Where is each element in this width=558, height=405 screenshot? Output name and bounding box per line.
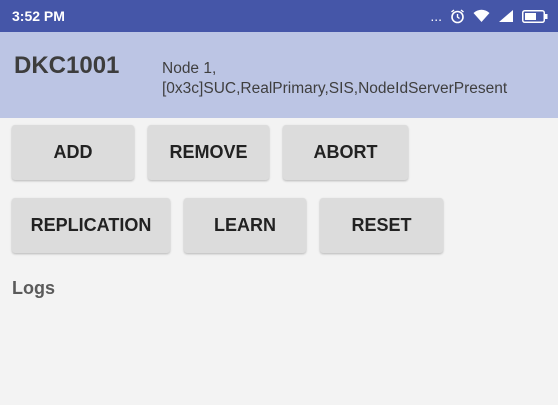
add-button[interactable]: ADD (12, 125, 134, 180)
signal-icon (498, 9, 514, 23)
more-notifications-indicator: ... (430, 8, 442, 24)
wifi-icon (473, 9, 490, 23)
learn-button[interactable]: LEARN (184, 198, 306, 253)
battery-icon (522, 9, 548, 23)
node-info: Node 1, [0x3c]SUC,RealPrimary,SIS,NodeId… (162, 60, 508, 97)
replication-button[interactable]: REPLICATION (12, 198, 170, 253)
status-time: 3:52 PM (12, 8, 65, 24)
alarm-icon (450, 8, 465, 24)
device-name: DKC1001 (14, 52, 120, 79)
status-icons: ... (430, 8, 548, 24)
logs-label: Logs (12, 278, 55, 298)
remove-button[interactable]: REMOVE (148, 125, 269, 180)
device-header: DKC1001 Node 1, [0x3c]SUC,RealPrimary,SI… (0, 32, 558, 118)
status-bar: 3:52 PM ... (0, 0, 558, 32)
reset-button[interactable]: RESET (320, 198, 443, 253)
abort-button[interactable]: ABORT (283, 125, 408, 180)
